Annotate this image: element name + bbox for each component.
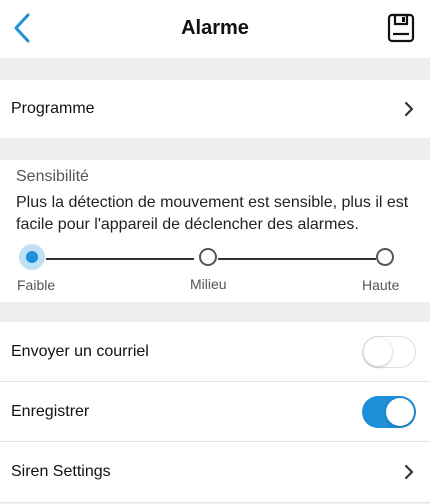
record-toggle[interactable] (362, 395, 416, 428)
section-gap (0, 138, 430, 160)
toggle-thumb (364, 337, 392, 366)
sensitivity-section: Sensibilité Plus la détection de mouveme… (0, 160, 430, 302)
chevron-right-icon (404, 464, 414, 480)
siren-settings-row[interactable]: Siren Settings (0, 442, 430, 503)
save-button[interactable] (386, 12, 416, 44)
sensitivity-option-low[interactable] (19, 244, 45, 270)
record-label: Enregistrer (11, 402, 90, 420)
slider-track (218, 258, 376, 260)
sensitivity-option-medium[interactable] (199, 248, 217, 266)
section-gap (0, 58, 430, 80)
floppy-disk-icon (387, 13, 415, 43)
schedule-row[interactable]: Programme (0, 80, 430, 138)
record-row: Enregistrer (0, 382, 430, 442)
siren-settings-label: Siren Settings (11, 463, 111, 480)
page-title: Alarme (181, 17, 249, 39)
sensitivity-label-medium: Milieu (190, 276, 227, 292)
sensitivity-label-low: Faible (17, 277, 56, 293)
email-toggle[interactable] (362, 335, 416, 368)
toggle-thumb (386, 397, 414, 426)
email-label: Envoyer un courriel (11, 342, 149, 360)
sensitivity-option-high[interactable] (376, 248, 394, 266)
selected-dot (26, 251, 38, 263)
sensitivity-title: Sensibilité (16, 168, 89, 185)
header-bar: Alarme (0, 0, 430, 58)
sensitivity-description: Plus la détection de mouvement est sensi… (16, 194, 409, 233)
email-row: Envoyer un courriel (0, 322, 430, 382)
section-gap (0, 302, 430, 322)
slider-track (46, 258, 194, 260)
chevron-right-icon (404, 101, 414, 117)
schedule-label: Programme (11, 100, 95, 117)
sensitivity-label-high: Haute (362, 277, 400, 293)
